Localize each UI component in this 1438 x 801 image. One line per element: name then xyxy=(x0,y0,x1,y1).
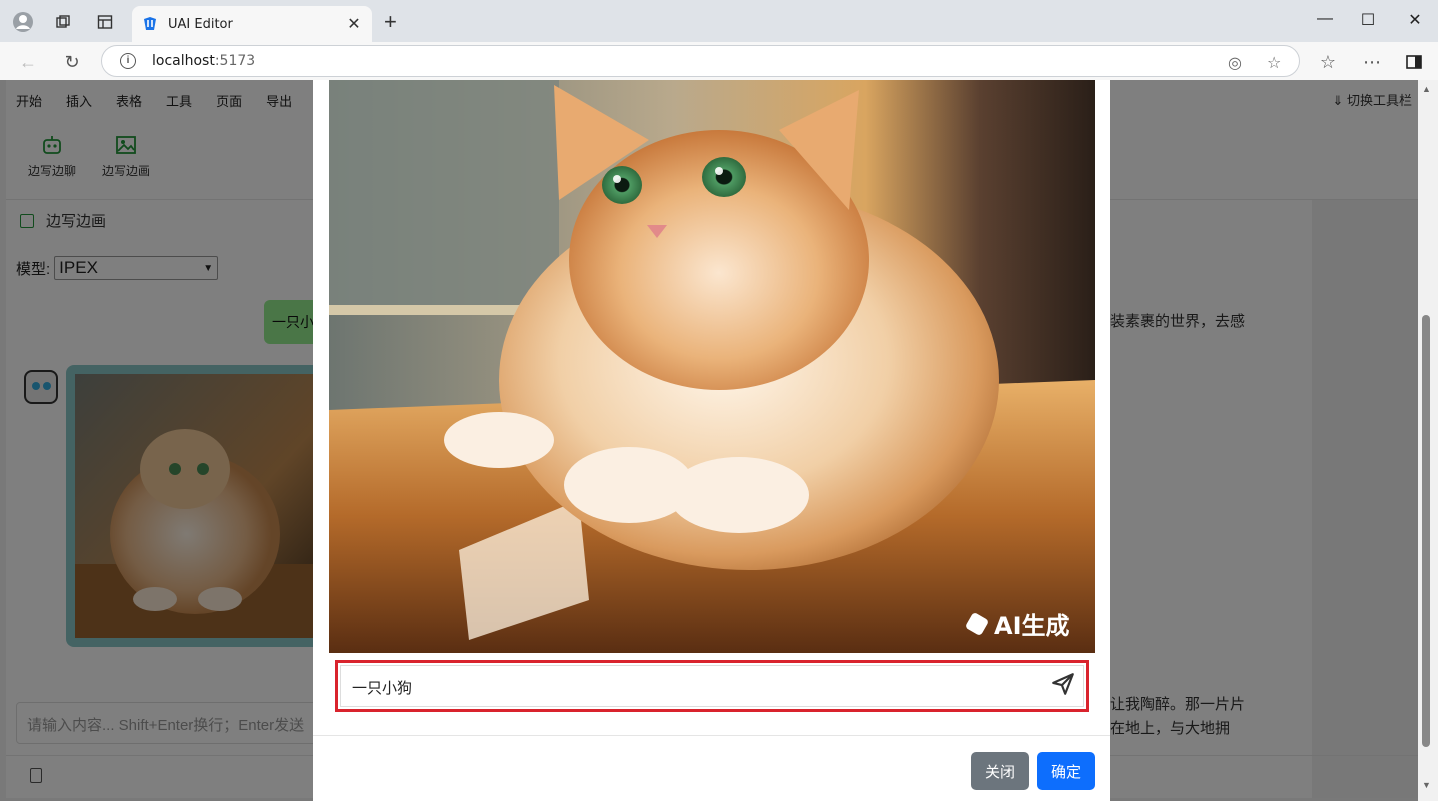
new-tab-icon[interactable]: + xyxy=(384,11,397,33)
close-tab-icon[interactable]: ✕ xyxy=(342,14,366,34)
scroll-up-icon[interactable]: ▲ xyxy=(1422,84,1431,94)
maximize-icon[interactable]: ☐ xyxy=(1353,10,1383,30)
scroll-down-icon[interactable]: ▼ xyxy=(1422,780,1431,790)
browser-tab-bar: UAI Editor ✕ + — ☐ ✕ xyxy=(0,0,1438,42)
favorite-star-icon[interactable]: ☆ xyxy=(1267,53,1281,73)
ai-logo-icon xyxy=(964,611,990,636)
reload-icon[interactable]: ↻ xyxy=(60,50,84,74)
back-icon[interactable]: ← xyxy=(16,50,40,74)
window-close-icon[interactable]: ✕ xyxy=(1400,10,1430,30)
ai-generated-watermark: AI生成 xyxy=(964,606,1070,641)
generated-cat-image xyxy=(329,80,1095,653)
prompt-highlight-box: 一只小狗 xyxy=(335,660,1089,712)
minimize-icon[interactable]: — xyxy=(1310,10,1340,28)
address-bar-row: ← ↻ i localhost:5173 ◎ ☆ ☆ ⋯ xyxy=(0,42,1438,80)
url-text: localhost:5173 xyxy=(152,53,255,69)
uai-logo-icon xyxy=(144,17,156,30)
modal-footer: 关闭 确定 xyxy=(313,735,1110,801)
sidebar-toggle-icon[interactable] xyxy=(1402,50,1426,74)
url-port: :5173 xyxy=(214,53,256,69)
read-aloud-icon[interactable]: ◎ xyxy=(1228,53,1242,73)
prompt-input[interactable]: 一只小狗 xyxy=(340,665,1084,707)
favorites-icon[interactable]: ☆ xyxy=(1316,50,1340,74)
close-button[interactable]: 关闭 xyxy=(971,752,1029,790)
url-host: localhost xyxy=(152,53,215,69)
confirm-button[interactable]: 确定 xyxy=(1037,752,1095,790)
scrollbar-thumb[interactable] xyxy=(1422,315,1430,747)
send-icon[interactable] xyxy=(1050,671,1076,697)
workspaces-icon[interactable] xyxy=(50,9,76,35)
tab-actions-icon[interactable] xyxy=(92,9,118,35)
tab-title: UAI Editor xyxy=(168,16,233,32)
watermark-text: AI生成 xyxy=(994,612,1070,640)
image-preview-modal: 一只小狗 关闭 确定 xyxy=(313,80,1110,801)
site-info-icon[interactable]: i xyxy=(120,53,136,69)
page-scrollbar[interactable]: ▲ ▼ xyxy=(1418,80,1438,801)
more-menu-icon[interactable]: ⋯ xyxy=(1360,50,1384,74)
url-bar[interactable]: i localhost:5173 ◎ ☆ xyxy=(101,45,1300,77)
browser-tab[interactable]: UAI Editor ✕ xyxy=(132,6,372,42)
profile-icon[interactable] xyxy=(10,9,36,35)
